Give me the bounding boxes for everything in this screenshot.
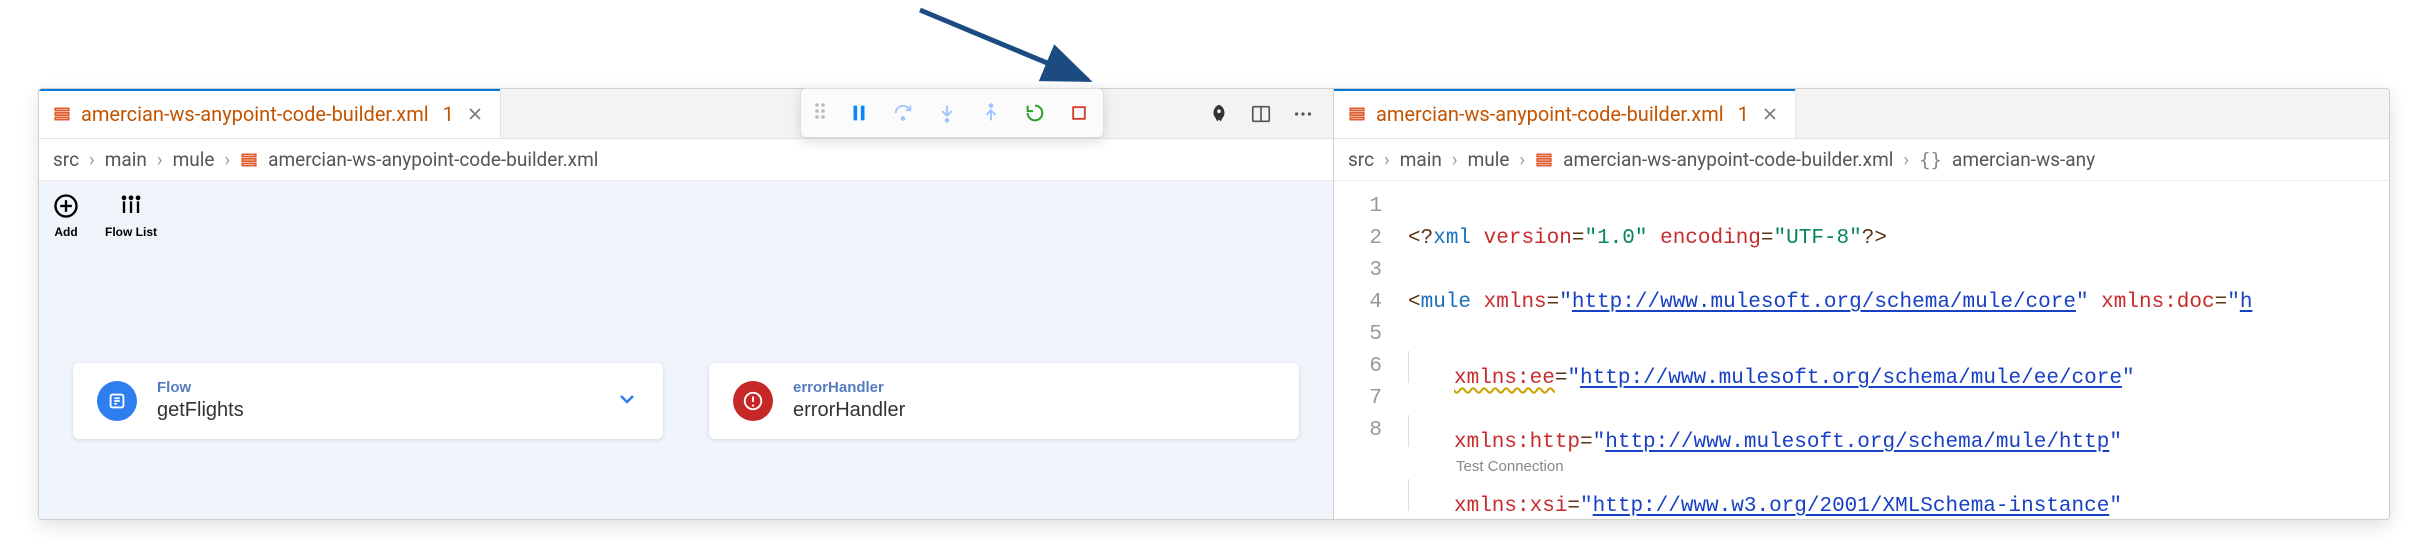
codelens-test-connection[interactable]: Test Connection bbox=[1456, 451, 1564, 483]
flow-toolbar: Add Flow List bbox=[51, 191, 157, 239]
chevron-right-icon: › bbox=[224, 148, 230, 171]
code-line[interactable]: xmlns:ee="http://www.mulesoft.org/schema… bbox=[1408, 351, 2389, 383]
braces-icon: {} bbox=[1919, 149, 1942, 171]
tabs-row-right: amercian-ws-anypoint-code-builder.xml 1 bbox=[1334, 89, 2389, 139]
flow-list-button[interactable]: Flow List bbox=[105, 191, 157, 239]
tab-file-right[interactable]: amercian-ws-anypoint-code-builder.xml 1 bbox=[1334, 89, 1796, 138]
xml-file-icon bbox=[240, 151, 258, 169]
chevron-right-icon: › bbox=[89, 148, 95, 171]
tab-file-left[interactable]: amercian-ws-anypoint-code-builder.xml 1 bbox=[39, 89, 501, 138]
step-into-icon[interactable] bbox=[935, 101, 959, 125]
chevron-right-icon: › bbox=[1452, 148, 1458, 171]
crumb[interactable]: amercian-ws-anypoint-code-builder.xml bbox=[1563, 148, 1893, 171]
card-kicker: Flow bbox=[157, 379, 244, 398]
rocket-icon[interactable] bbox=[1207, 102, 1231, 126]
card-name: errorHandler bbox=[793, 398, 905, 423]
tab-label: amercian-ws-anypoint-code-builder.xml bbox=[1376, 102, 1724, 126]
code-line[interactable]: xmlns:xsi="http://www.w3.org/2001/XMLSch… bbox=[1408, 479, 2389, 511]
close-icon[interactable] bbox=[464, 103, 486, 125]
line-number: 6 bbox=[1334, 351, 1382, 383]
tool-label: Flow List bbox=[105, 225, 157, 239]
xml-file-icon bbox=[53, 105, 71, 123]
flow-icon bbox=[97, 381, 137, 421]
chevron-right-icon: › bbox=[1903, 148, 1909, 171]
breadcrumbs-left[interactable]: src › main › mule › amercian-ws-anypoint… bbox=[39, 139, 1333, 181]
tool-label: Add bbox=[54, 225, 77, 239]
line-number: 8 bbox=[1334, 415, 1382, 447]
line-number: 3 bbox=[1334, 255, 1382, 287]
plus-circle-icon bbox=[51, 191, 81, 221]
line-number: 5 bbox=[1334, 319, 1382, 351]
crumb[interactable]: main bbox=[105, 148, 147, 171]
chevron-right-icon: › bbox=[1384, 148, 1390, 171]
tab-dirty-indicator: 1 bbox=[1738, 102, 1749, 126]
editor-workbench: amercian-ws-anypoint-code-builder.xml 1 bbox=[38, 88, 2390, 520]
code-editor[interactable]: 1 2 3 4 5 6 7 8 <?xml version="1.0" enco… bbox=[1334, 181, 2389, 519]
pause-icon[interactable] bbox=[847, 101, 871, 125]
flow-card-errorhandler[interactable]: errorHandler errorHandler bbox=[709, 363, 1299, 439]
tabs-row-left: amercian-ws-anypoint-code-builder.xml 1 bbox=[39, 89, 1333, 139]
crumb[interactable]: src bbox=[53, 148, 79, 171]
line-number: 7 bbox=[1334, 383, 1382, 415]
line-number: 4 bbox=[1334, 287, 1382, 319]
tab-label: amercian-ws-anypoint-code-builder.xml bbox=[81, 102, 429, 126]
more-icon[interactable] bbox=[1291, 102, 1315, 126]
add-component-button[interactable]: Add bbox=[51, 191, 81, 239]
restart-icon[interactable] bbox=[1023, 101, 1047, 125]
flow-card-getflights[interactable]: Flow getFlights bbox=[73, 363, 663, 439]
crumb[interactable]: src bbox=[1348, 148, 1374, 171]
xml-file-icon bbox=[1535, 151, 1553, 169]
xml-file-icon bbox=[1348, 105, 1366, 123]
split-editor-icon[interactable] bbox=[1249, 102, 1273, 126]
flow-canvas[interactable]: Add Flow List Flow getFlights bbox=[39, 181, 1333, 519]
editor-group-left: amercian-ws-anypoint-code-builder.xml 1 bbox=[39, 89, 1334, 519]
code-line[interactable]: <mule xmlns="http://www.mulesoft.org/sch… bbox=[1408, 287, 2389, 319]
step-over-icon[interactable] bbox=[891, 101, 915, 125]
error-icon bbox=[733, 381, 773, 421]
debug-toolbar[interactable] bbox=[800, 88, 1104, 138]
flow-list-icon bbox=[116, 191, 146, 221]
card-kicker: errorHandler bbox=[793, 379, 905, 398]
code-content[interactable]: <?xml version="1.0" encoding="UTF-8"?> <… bbox=[1396, 181, 2389, 519]
crumb[interactable]: mule bbox=[1468, 148, 1510, 171]
breadcrumbs-right[interactable]: src › main › mule › amercian-ws-anypoint… bbox=[1334, 139, 2389, 181]
stop-icon[interactable] bbox=[1067, 101, 1091, 125]
close-icon[interactable] bbox=[1759, 103, 1781, 125]
chevron-right-icon: › bbox=[1519, 148, 1525, 171]
editor-actions-left bbox=[1189, 89, 1333, 138]
line-number: 2 bbox=[1334, 223, 1382, 255]
tab-dirty-indicator: 1 bbox=[443, 102, 454, 126]
line-gutter: 1 2 3 4 5 6 7 8 bbox=[1334, 181, 1396, 519]
card-name: getFlights bbox=[157, 398, 244, 423]
step-out-icon[interactable] bbox=[979, 101, 1003, 125]
crumb[interactable]: amercian-ws-any bbox=[1952, 148, 2095, 171]
chevron-down-icon[interactable] bbox=[615, 387, 639, 416]
crumb[interactable]: mule bbox=[173, 148, 215, 171]
crumb[interactable]: amercian-ws-anypoint-code-builder.xml bbox=[268, 148, 598, 171]
editor-group-right: amercian-ws-anypoint-code-builder.xml 1 … bbox=[1334, 89, 2389, 519]
crumb[interactable]: main bbox=[1400, 148, 1442, 171]
drag-handle-icon[interactable] bbox=[813, 101, 827, 125]
code-line[interactable]: <?xml version="1.0" encoding="UTF-8"?> bbox=[1408, 223, 2389, 255]
chevron-right-icon: › bbox=[157, 148, 163, 171]
line-number: 1 bbox=[1334, 191, 1382, 223]
flow-cards: Flow getFlights errorHandler errorHandle… bbox=[73, 363, 1299, 439]
code-line[interactable]: xmlns:http="http://www.mulesoft.org/sche… bbox=[1408, 415, 2389, 447]
